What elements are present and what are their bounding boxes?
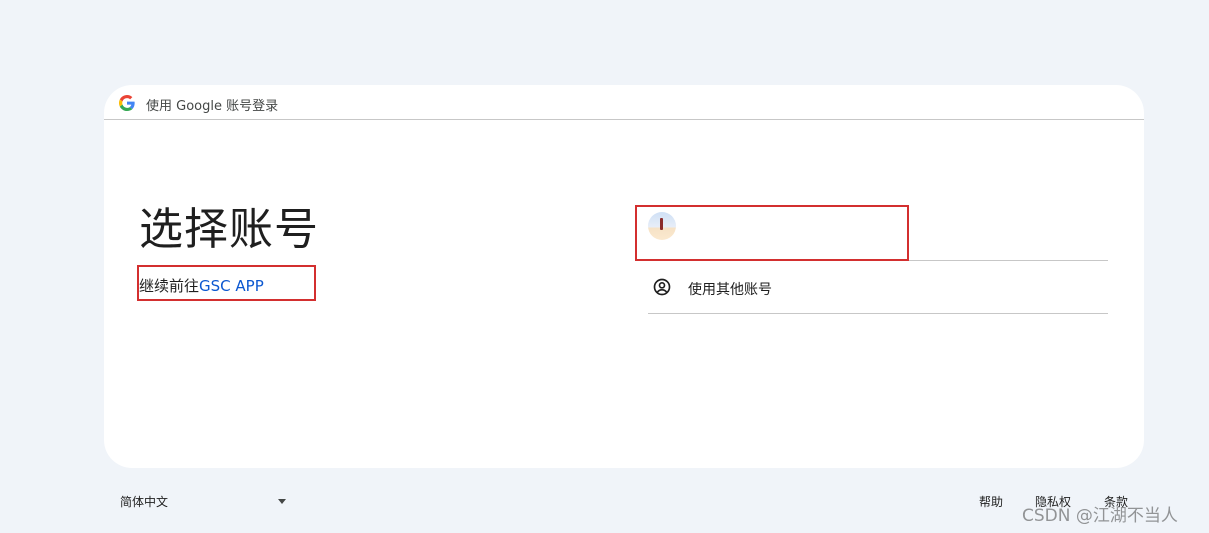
use-other-account-label: 使用其他账号 — [688, 282, 772, 298]
person-circle-icon — [653, 278, 671, 296]
language-selector[interactable]: 简体中文 — [110, 488, 300, 514]
page-title: 选择账号 — [139, 204, 319, 255]
sign-in-card: 使用 Google 账号登录 选择账号 继续前往GSC APP 使用其他账号 — [104, 85, 1144, 468]
highlight-box-account — [635, 205, 909, 261]
csdn-watermark: CSDN @江湖不当人 — [1022, 506, 1178, 526]
card-header: 使用 Google 账号登录 — [104, 85, 1144, 120]
caret-down-icon — [278, 499, 286, 504]
language-label: 简体中文 — [120, 495, 169, 509]
header-title: 使用 Google 账号登录 — [146, 99, 279, 114]
use-other-account-button[interactable]: 使用其他账号 — [648, 261, 1108, 314]
highlight-box-subtitle — [137, 265, 316, 301]
help-link[interactable]: 帮助 — [979, 493, 1003, 510]
google-g-icon — [119, 95, 135, 111]
